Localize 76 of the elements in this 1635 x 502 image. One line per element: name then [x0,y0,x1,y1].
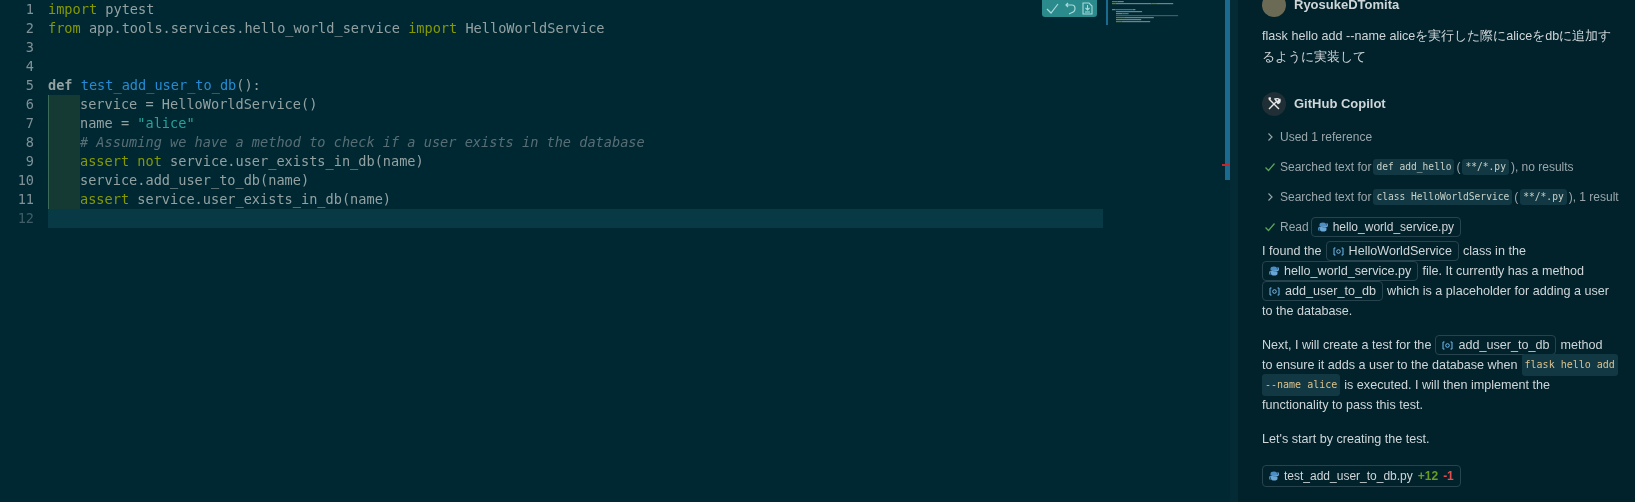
message-text: class in the [1462,243,1526,260]
message-text: ( [1514,189,1519,206]
code-line: name = "alice" [80,115,195,131]
line-number: 4 [24,57,35,76]
line-number: 2 [24,19,35,38]
message-text: Searched text for [1280,189,1372,206]
check-icon[interactable] [1046,2,1059,15]
file-download-icon[interactable] [1082,2,1093,15]
inline-code: **/*.py [1462,158,1509,176]
code-line: service.add_user_to_db(name) [80,172,310,188]
tools-avatar-icon [1262,92,1286,116]
removed-lines-count: -1 [1443,468,1454,485]
line-number: 12 [16,209,35,228]
file-reference[interactable]: hello_world_service.py [1262,261,1419,281]
message-text: Let's start by creating the test. [1262,431,1430,448]
message-text: Read [1280,219,1309,236]
assistant-name: GitHub Copilot [1294,95,1386,114]
line-number: 5 [24,76,35,95]
symbol-icon [1269,286,1280,296]
undo-icon[interactable] [1065,2,1076,15]
message-text: to ensure it adds a user to the database when [1262,357,1518,374]
line-number: 8 [24,133,35,152]
line-number: 9 [24,152,35,171]
inline-code: flask hello add [1521,354,1618,376]
code-line: # Assuming we have a method to check if a user exists in the database [80,134,645,150]
file-name[interactable]: hello_world_service.py [1332,218,1455,236]
user-name: RyosukeDTomita [1294,0,1400,15]
symbol-icon [1442,340,1454,350]
message-text: ), 1 result [1568,189,1619,206]
scrollbar-thumb[interactable] [1225,0,1230,180]
message-text: Next, I will create a test for the [1262,337,1432,354]
user-message: るように実装して [1262,49,1367,66]
code-line: assert service.user_exists_in_db(name) [80,191,391,207]
message-text: ( [1456,159,1461,176]
code-line: from app.tools.services.hello_world_service import HelloWorldService [48,20,605,36]
line-number: 1 [24,0,35,19]
line-number: 6 [24,95,35,114]
file-name: test_add_user_to_db.py [1284,468,1413,485]
message-text: Searched text for [1280,159,1372,176]
message-text: is executed. I will then implement the [1344,377,1551,394]
error-marker [1222,164,1230,166]
code-line: assert not service.user_exists_in_db(name) [80,153,424,169]
python-file-icon [1269,266,1279,276]
file-name[interactable]: hello_world_service.py [1284,262,1412,280]
code-line: import pytest [48,1,155,17]
message-text: I found the [1262,243,1322,260]
line-number: 3 [24,38,35,57]
message-text: which is a placeholder for adding a user [1387,283,1609,300]
symbol-icon [1332,246,1344,256]
python-file-icon [1317,222,1328,232]
line-number: 11 [16,190,35,209]
symbol-name[interactable]: add_user_to_db [1285,282,1377,300]
symbol-name[interactable]: HelloWorldService [1348,242,1452,260]
message-text: to the database. [1262,303,1353,320]
message-text: file. It currently has a method [1422,263,1585,280]
symbol-reference[interactable]: add_user_to_db [1262,281,1384,301]
message-text: ), no results [1510,159,1574,176]
message-text: functionality to pass this test. [1262,397,1423,414]
added-lines-count: +12 [1417,468,1439,485]
symbol-reference[interactable]: HelloWorldService [1325,241,1459,261]
inline-code: --name alice [1262,374,1341,396]
avatar-circle [1262,0,1286,17]
inline-code: class HelloWorldService [1373,188,1513,206]
message-text: method [1560,337,1603,354]
line-number: 10 [16,171,35,190]
message-text: Used 1 reference [1280,129,1373,146]
inline-code: def add_hello [1373,158,1455,176]
file-reference[interactable]: hello_world_service.py [1310,217,1462,237]
code-line: def test_add_user_to_db(): [48,77,261,93]
code-line: service = HelloWorldService() [80,96,318,112]
python-file-icon [1269,471,1279,481]
symbol-name[interactable]: add_user_to_db [1458,336,1550,354]
line-number: 7 [24,114,35,133]
inline-code: **/*.py [1520,188,1567,206]
user-message: flask hello add --name aliceを実行した際にaliceをdbに追加す [1262,28,1613,45]
file-edit-chip[interactable]: test_add_user_to_db.py +12 -1 [1262,465,1461,487]
